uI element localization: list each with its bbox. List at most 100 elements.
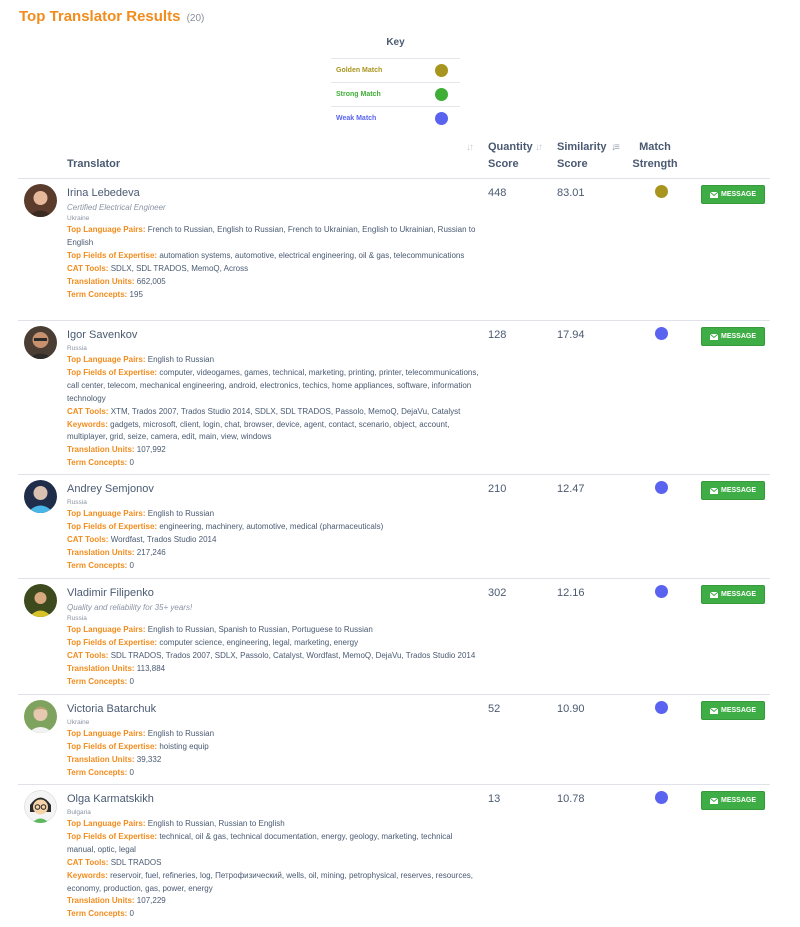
key-label-golden: Golden Match bbox=[336, 67, 383, 74]
translator-country: Russia bbox=[67, 345, 87, 352]
table-row: Irina Lebedeva Certified Electrical Engi… bbox=[18, 179, 770, 321]
page-title: Top Translator Results (20) bbox=[19, 8, 204, 25]
language-pairs-value: English to Russian, Spanish to Russian, … bbox=[147, 625, 373, 634]
translator-name[interactable]: Andrey Semjonov bbox=[67, 481, 479, 497]
message-button-label: MESSAGE bbox=[720, 591, 756, 598]
similarity-header-line1: Similarity bbox=[557, 141, 607, 153]
terms-label: Term Concepts: bbox=[67, 767, 128, 777]
cat-tools: CAT Tools: XTM, Trados 2007, Trados Stud… bbox=[67, 406, 479, 419]
cat-tools-label: CAT Tools: bbox=[67, 263, 109, 273]
keywords-label: Keywords: bbox=[67, 870, 108, 880]
units-value: 107,992 bbox=[136, 445, 166, 455]
weak-match-dot-icon bbox=[655, 327, 668, 340]
quantity-score: 52 bbox=[488, 703, 501, 715]
quantity-score: 128 bbox=[488, 329, 507, 341]
envelope-icon bbox=[709, 591, 718, 598]
translator-name[interactable]: Irina Lebedeva bbox=[67, 185, 479, 201]
table-row: Victoria Batarchuk Ukraine Top Language … bbox=[18, 695, 770, 785]
terms-label: Term Concepts: bbox=[67, 560, 128, 570]
translator-info: Irina Lebedeva Certified Electrical Engi… bbox=[67, 185, 479, 301]
terms-value: 0 bbox=[129, 909, 134, 919]
fields-value: hoisting equip bbox=[159, 741, 209, 751]
avatar bbox=[24, 326, 57, 359]
translation-units: Translation Units: 113,884 bbox=[67, 663, 479, 676]
translator-info: Andrey Semjonov Russia Top Language Pair… bbox=[67, 481, 479, 573]
translator-name[interactable]: Victoria Batarchuk bbox=[67, 701, 479, 717]
fields-label: Top Fields of Expertise: bbox=[67, 741, 158, 751]
translator-info: Vladimir Filipenko Quality and reliabili… bbox=[67, 585, 479, 689]
key-label-strong: Strong Match bbox=[336, 91, 381, 98]
cat-tools-label: CAT Tools: bbox=[67, 650, 109, 660]
translator-country: Russia bbox=[67, 615, 87, 622]
translator-name[interactable]: Igor Savenkov bbox=[67, 327, 479, 343]
envelope-icon bbox=[709, 707, 718, 714]
strong-match-dot-icon bbox=[435, 88, 448, 101]
fields-label: Top Fields of Expertise: bbox=[67, 831, 158, 841]
units-label: Translation Units: bbox=[67, 276, 135, 286]
cat-tools: CAT Tools: SDL TRADOS, Trados 2007, SDLX… bbox=[67, 650, 479, 663]
avatar bbox=[24, 700, 57, 733]
result-count: (20) bbox=[186, 13, 205, 24]
fields-label: Top Fields of Expertise: bbox=[67, 250, 158, 260]
translator-country: Russia bbox=[67, 499, 87, 506]
language-pairs-label: Top Language Pairs: bbox=[67, 355, 146, 364]
translator-name[interactable]: Vladimir Filipenko bbox=[67, 585, 479, 601]
language-pairs: Top Language Pairs: English to Russian, … bbox=[67, 818, 479, 831]
similarity-score: 12.47 bbox=[557, 483, 585, 495]
term-concepts: Term Concepts: 0 bbox=[67, 767, 479, 780]
message-button[interactable]: MESSAGE bbox=[701, 791, 765, 810]
translator-name[interactable]: Olga Karmatskikh bbox=[67, 791, 479, 807]
fields-of-expertise: Top Fields of Expertise: engineering, ma… bbox=[67, 521, 479, 534]
units-value: 217,246 bbox=[136, 547, 166, 557]
language-pairs: Top Language Pairs: French to Russian, E… bbox=[67, 224, 479, 250]
terms-value: 0 bbox=[129, 458, 134, 468]
sort-translator-icon[interactable]: ↓↑ bbox=[466, 142, 474, 153]
quantity-score: 448 bbox=[488, 187, 507, 199]
golden-match-dot-icon bbox=[435, 64, 448, 77]
language-pairs-label: Top Language Pairs: bbox=[67, 729, 146, 738]
avatar bbox=[24, 480, 57, 513]
terms-value: 0 bbox=[129, 676, 134, 686]
cat-tools: CAT Tools: SDL TRADOS bbox=[67, 857, 479, 870]
language-pairs: Top Language Pairs: English to Russian bbox=[67, 508, 479, 521]
key-row-strong: Strong Match bbox=[331, 82, 460, 106]
message-button-label: MESSAGE bbox=[720, 333, 756, 340]
message-button-label: MESSAGE bbox=[720, 797, 756, 804]
message-button[interactable]: MESSAGE bbox=[701, 585, 765, 604]
quantity-header-line1: Quantity bbox=[488, 141, 533, 153]
similarity-score: 17.94 bbox=[557, 329, 585, 341]
table-row: Olga Karmatskikh Bulgaria Top Language P… bbox=[18, 785, 770, 927]
translation-units: Translation Units: 39,332 bbox=[67, 754, 479, 767]
keywords-label: Keywords: bbox=[67, 419, 108, 429]
avatar bbox=[24, 790, 57, 823]
translator-info: Victoria Batarchuk Ukraine Top Language … bbox=[67, 701, 479, 780]
message-button[interactable]: MESSAGE bbox=[701, 327, 765, 346]
language-pairs: Top Language Pairs: English to Russian bbox=[67, 354, 479, 367]
similarity-score: 12.16 bbox=[557, 587, 585, 599]
language-pairs-value: English to Russian bbox=[147, 509, 215, 518]
message-button[interactable]: MESSAGE bbox=[701, 701, 765, 720]
cat-tools-value: SDL TRADOS bbox=[110, 857, 162, 867]
strength-header-line1: Match bbox=[639, 141, 671, 153]
table-row: Vladimir Filipenko Quality and reliabili… bbox=[18, 579, 770, 695]
match-key: Key Golden Match Strong Match Weak Match bbox=[331, 36, 460, 130]
fields-of-expertise: Top Fields of Expertise: computer scienc… bbox=[67, 637, 479, 650]
column-header-quantity[interactable]: Quantity Score bbox=[488, 139, 533, 173]
language-pairs-label: Top Language Pairs: bbox=[67, 225, 146, 234]
translation-units: Translation Units: 662,005 bbox=[67, 276, 479, 289]
sort-similarity-desc-icon[interactable]: ↓≡ bbox=[611, 142, 620, 153]
keywords: Keywords: reservoir, fuel, refineries, l… bbox=[67, 870, 479, 896]
table-header: Translator ↓↑ Quantity Score ↓↑ Similari… bbox=[18, 137, 770, 179]
units-label: Translation Units: bbox=[67, 663, 135, 673]
similarity-header-line2: Score bbox=[557, 158, 588, 170]
weak-match-dot-icon bbox=[655, 481, 668, 494]
language-pairs-label: Top Language Pairs: bbox=[67, 819, 146, 828]
terms-label: Term Concepts: bbox=[67, 289, 128, 299]
message-button[interactable]: MESSAGE bbox=[701, 185, 765, 204]
message-button[interactable]: MESSAGE bbox=[701, 481, 765, 500]
units-label: Translation Units: bbox=[67, 445, 135, 455]
cat-tools-value: XTM, Trados 2007, Trados Studio 2014, SD… bbox=[110, 406, 461, 416]
units-value: 39,332 bbox=[136, 754, 162, 764]
sort-quantity-icon[interactable]: ↓↑ bbox=[535, 142, 543, 153]
column-header-similarity[interactable]: Similarity Score bbox=[557, 139, 607, 173]
